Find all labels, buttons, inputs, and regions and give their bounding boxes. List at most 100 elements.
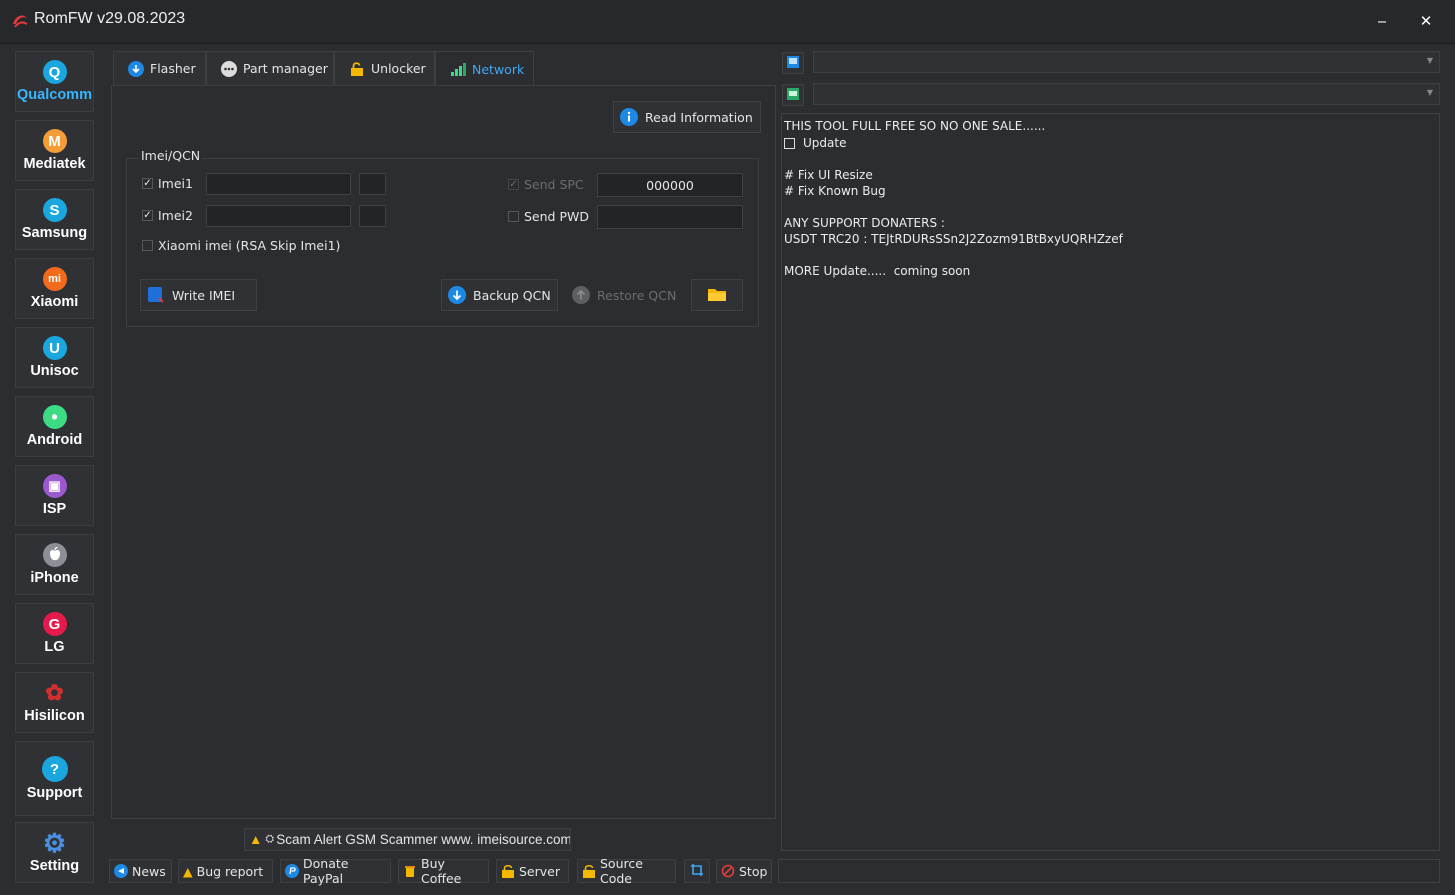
sidebar-item-xiaomi[interactable]: mi Xiaomi bbox=[15, 258, 94, 319]
pwd-field[interactable] bbox=[597, 205, 743, 229]
sidebar-item-label: Qualcomm bbox=[17, 87, 92, 103]
sidebar-item-qualcomm[interactable]: Q Qualcomm bbox=[15, 51, 94, 112]
sidebar-item-setting[interactable]: ⚙ Setting bbox=[15, 822, 94, 883]
android-icon: • bbox=[42, 405, 67, 429]
imei1-check-field[interactable] bbox=[359, 173, 386, 195]
send-pwd-checkbox[interactable] bbox=[508, 211, 519, 222]
download-icon bbox=[128, 60, 144, 77]
log-line: THIS TOOL FULL FREE SO NO ONE SALE...... bbox=[784, 119, 1046, 133]
port-icon-box bbox=[782, 84, 804, 106]
donate-paypal-button[interactable]: Donate PayPal bbox=[280, 856, 391, 886]
sidebar-item-label: Xiaomi bbox=[30, 294, 79, 310]
sidebar-item-isp[interactable]: ▣ ISP bbox=[15, 465, 94, 526]
send-spc-checkbox[interactable]: ✓ bbox=[508, 179, 519, 190]
imei2-field[interactable] bbox=[206, 205, 351, 227]
source-code-button[interactable]: Source Code bbox=[577, 856, 676, 886]
sidebar-item-samsung[interactable]: S Samsung bbox=[15, 189, 94, 250]
log-line: Update bbox=[784, 136, 846, 150]
samsung-icon: S bbox=[42, 198, 67, 222]
sidebar-item-label: Android bbox=[26, 432, 83, 448]
chevron-down-icon: ▼ bbox=[1426, 56, 1433, 65]
warning-icon: ▲ bbox=[249, 832, 263, 847]
lg-icon: G bbox=[42, 612, 67, 636]
news-icon bbox=[114, 864, 128, 878]
bug-report-button[interactable]: ▲ Bug report bbox=[178, 859, 273, 883]
close-icon: ✕ bbox=[1419, 12, 1433, 30]
open-folder-button[interactable] bbox=[691, 279, 743, 311]
sidebar-item-lg[interactable]: G LG bbox=[15, 603, 94, 664]
sidebar-item-label: ISP bbox=[42, 501, 67, 517]
apple-icon bbox=[42, 543, 67, 567]
more-icon bbox=[221, 60, 237, 77]
sidebar-item-iphone[interactable]: iPhone bbox=[15, 534, 94, 595]
minimize-button[interactable]: ‒ bbox=[1368, 8, 1396, 34]
tab-unlocker[interactable]: Unlocker bbox=[334, 51, 435, 86]
tab-flasher[interactable]: Flasher bbox=[113, 51, 206, 86]
imei1-field[interactable] bbox=[206, 173, 351, 195]
button-label: Write IMEI bbox=[172, 287, 236, 303]
tab-network[interactable]: Network bbox=[435, 51, 534, 86]
restore-qcn-button[interactable]: Restore QCN bbox=[565, 279, 684, 311]
button-label: Bug report bbox=[196, 863, 264, 879]
status-field bbox=[778, 859, 1440, 883]
download-icon bbox=[448, 286, 466, 304]
sidebar-item-hisilicon[interactable]: ✿ Hisilicon bbox=[15, 672, 94, 733]
button-label: News bbox=[132, 863, 166, 879]
send-pwd-label: Send PWD bbox=[524, 209, 589, 224]
spc-field[interactable]: 000000 bbox=[597, 173, 743, 197]
xiaomi-imei-label: Xiaomi imei (RSA Skip Imei1) bbox=[158, 238, 341, 253]
server-button[interactable]: Server bbox=[496, 859, 569, 883]
log-line: USDT TRC20 : TEJtRDURsSSn2J2Zozm91BtBxyU… bbox=[784, 232, 1123, 246]
imei1-checkbox[interactable]: ✓ bbox=[142, 178, 153, 189]
update-icon bbox=[784, 137, 795, 149]
imei2-check-field[interactable] bbox=[359, 205, 386, 227]
sidebar-item-support[interactable]: ? Support bbox=[15, 741, 94, 816]
port-icon bbox=[787, 87, 799, 103]
chip-icon: ▣ bbox=[42, 474, 67, 498]
imei2-checkbox[interactable]: ✓ bbox=[142, 210, 153, 221]
tab-part-manager[interactable]: Part manager bbox=[206, 51, 334, 86]
sidebar-item-label: LG bbox=[44, 639, 65, 655]
upload-icon bbox=[572, 286, 590, 304]
news-button[interactable]: News bbox=[109, 859, 172, 883]
sidebar-item-mediatek[interactable]: M Mediatek bbox=[15, 120, 94, 181]
coffee-icon bbox=[403, 864, 417, 878]
warning-icon: ▲ bbox=[183, 863, 193, 879]
write-imei-button[interactable]: Write IMEI bbox=[140, 279, 257, 311]
lock-icon bbox=[501, 864, 515, 878]
screenshot-button[interactable] bbox=[684, 859, 710, 883]
group-title: Imei/QCN bbox=[139, 148, 203, 163]
button-label: Backup QCN bbox=[473, 287, 551, 303]
tab-label: Network bbox=[472, 61, 525, 77]
sidebar-item-unisoc[interactable]: U Unisoc bbox=[15, 327, 94, 388]
stop-button[interactable]: Stop bbox=[716, 859, 772, 883]
port-select[interactable]: ▼ bbox=[813, 83, 1440, 105]
imei2-label: Imei2 bbox=[158, 208, 193, 223]
close-button[interactable]: ✕ bbox=[1412, 8, 1440, 34]
write-icon bbox=[147, 286, 165, 304]
log-line: MORE Update..... coming soon bbox=[784, 264, 971, 278]
log-line: # Fix UI Resize bbox=[784, 168, 873, 182]
log-line: # Fix Known Bug bbox=[784, 184, 886, 198]
button-label: Donate PayPal bbox=[303, 856, 349, 886]
log-line: ANY SUPPORT DONATERS : bbox=[784, 216, 945, 230]
hisilicon-icon: ✿ bbox=[45, 680, 64, 705]
button-label: Source Code bbox=[600, 856, 643, 886]
xiaomi-imei-checkbox[interactable] bbox=[142, 240, 153, 251]
crop-icon bbox=[690, 863, 704, 880]
title-bar bbox=[0, 0, 1455, 44]
read-information-button[interactable]: Read Information bbox=[613, 101, 761, 133]
sidebar-item-label: Hisilicon bbox=[24, 708, 85, 724]
unisoc-icon: U bbox=[42, 336, 67, 360]
button-label: Stop bbox=[739, 863, 768, 879]
log-line-text: Update bbox=[803, 136, 847, 150]
device-icon-box bbox=[782, 52, 804, 74]
button-label: Buy Coffee bbox=[421, 856, 462, 886]
backup-qcn-button[interactable]: Backup QCN bbox=[441, 279, 558, 311]
buy-coffee-button[interactable]: Buy Coffee bbox=[398, 856, 489, 886]
device-select[interactable]: ▼ bbox=[813, 51, 1440, 73]
chevron-down-icon: ▼ bbox=[1426, 88, 1433, 97]
sidebar-item-android[interactable]: • Android bbox=[15, 396, 94, 457]
sidebar-item-label: Mediatek bbox=[23, 156, 86, 172]
button-label: Read Information bbox=[645, 109, 753, 125]
